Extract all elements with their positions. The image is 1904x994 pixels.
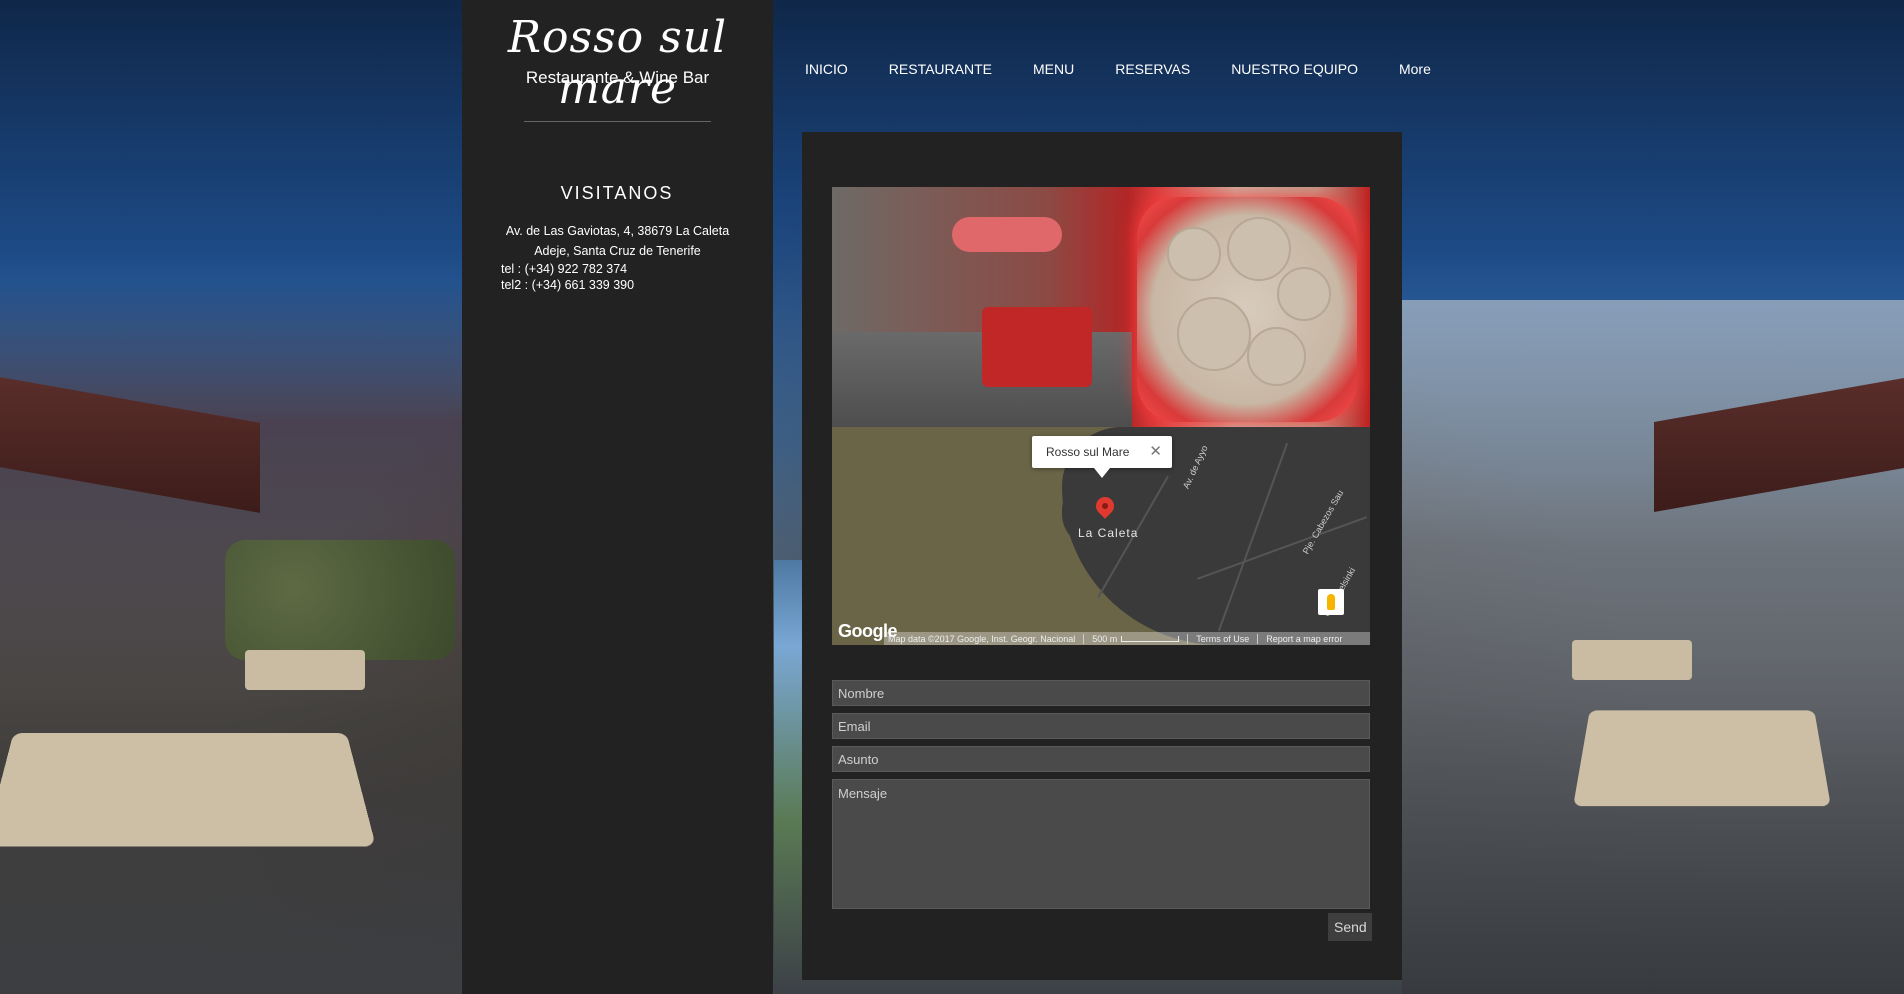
email-field[interactable] [832,713,1370,739]
background-terrace-right [1402,300,1904,994]
pegman-icon[interactable] [1318,589,1344,615]
address-line-2: Adeje, Santa Cruz de Tenerife [534,244,701,258]
nav-item-restaurante[interactable]: RESTAURANTE [889,61,992,83]
table-right-near [1573,710,1831,807]
disc-decoration [1177,297,1251,371]
map-footer-divider [1187,633,1189,644]
map-town-label: La Caleta [1078,526,1139,540]
map-scale-bar [1121,635,1180,642]
brand-tagline: Restaurante & Wine Bar [525,68,710,87]
background-terrace-left [0,280,462,994]
nav-item-more[interactable]: More [1399,61,1431,83]
table-left-far [245,650,365,690]
nav-item-inicio[interactable]: INICIO [805,61,848,83]
awning-right [1654,377,1904,513]
disc-decoration [1247,327,1306,386]
send-button[interactable]: Send [1328,913,1372,941]
map-scale-label: 500 m [1092,633,1118,644]
map-info-title: Rosso sul Mare [1046,445,1130,459]
street-view-disc-wall [1137,197,1357,422]
main-nav: INICIO RESTAURANTE MENU RESERVAS NUESTRO… [805,61,1472,83]
street-view-bar-counter [982,307,1092,387]
nav-item-nuestro-equipo[interactable]: NUESTRO EQUIPO [1231,61,1358,83]
close-icon[interactable]: ✕ [1149,442,1162,460]
street-view-ceiling-light [952,217,1062,252]
map-scale: 500 m [1092,633,1180,644]
disc-decoration [1227,217,1291,281]
google-map[interactable]: Av. de Ayyo Pje. Cabezos Sau Calle Helsi… [832,427,1370,645]
phone-2: tel2 : (+34) 661 339 390 [501,278,635,292]
disc-decoration [1167,227,1221,281]
brand-logo[interactable]: Rosso sul mare [462,12,773,114]
hedge [225,540,455,660]
map-report-link[interactable]: Report a map error [1266,634,1342,644]
map-footer: Map data ©2017 Google, Inst. Geogr. Naci… [884,632,1370,645]
map-info-window: Rosso sul Mare ✕ [1032,436,1172,478]
map-footer-divider [1083,633,1085,644]
sidebar-divider [524,121,711,122]
address-line-1: Av. de Las Gaviotas, 4, 38679 La Caleta [505,224,730,238]
visit-title: VISITANOS [560,183,674,203]
map-footer-divider [1257,633,1259,644]
table-right-far [1572,640,1692,680]
subject-field[interactable] [832,746,1370,772]
nav-item-menu[interactable]: MENU [1033,61,1074,83]
name-field[interactable] [832,680,1370,706]
nav-item-reservas[interactable]: RESERVAS [1115,61,1190,83]
contact-card: Av. de Ayyo Pje. Cabezos Sau Calle Helsi… [802,132,1402,980]
disc-decoration [1277,267,1331,321]
map-attribution: Map data ©2017 Google, Inst. Geogr. Naci… [888,633,1076,644]
street-view-image[interactable] [832,187,1370,427]
message-field[interactable] [832,779,1370,909]
phone-1: tel : (+34) 922 782 374 [501,262,628,276]
sidebar-panel: Rosso sul mare Restaurante & Wine Bar VI… [462,0,773,994]
map-terms-link[interactable]: Terms of Use [1196,634,1249,644]
awning-left [0,377,260,513]
table-left-near [0,732,376,847]
